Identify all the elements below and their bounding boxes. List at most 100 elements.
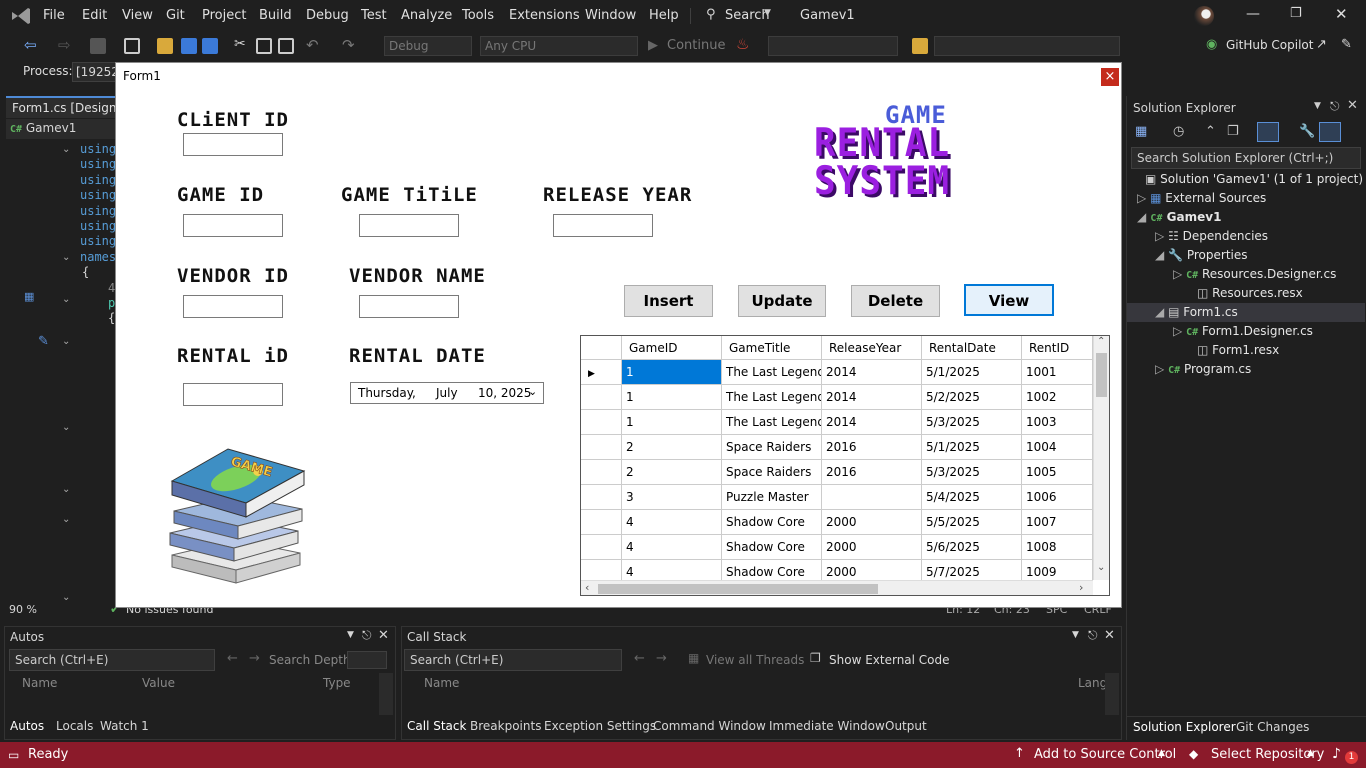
restore-icon[interactable]: ❐ [1290,6,1302,21]
update-button[interactable]: Update [738,285,826,317]
release-year-input[interactable] [553,214,653,237]
expand-icon[interactable]: ▷ [1173,324,1182,338]
collapse-icon[interactable]: ⌄ [62,484,70,495]
grid-cell[interactable]: 5/3/2025 [922,410,1022,435]
menu-analyze[interactable]: Analyze [401,8,452,23]
copy-icon[interactable] [256,38,272,54]
back-arrow-icon[interactable]: ← [634,651,645,666]
grid-cell[interactable]: 4 [622,510,722,535]
rental-date-picker[interactable]: Thursday , July 10, 2025 ⌄ [350,382,544,404]
new-item-icon[interactable] [124,38,140,54]
column-header[interactable]: GameID [622,336,722,360]
visual-studio-logo-icon[interactable] [10,6,32,26]
expand-icon[interactable]: ▷ [1173,267,1182,281]
process-select[interactable]: [19252] [72,62,124,82]
grid-cell[interactable]: 1001 [1022,360,1093,385]
grid-cell[interactable]: 5/4/2025 [922,485,1022,510]
menu-tools[interactable]: Tools [462,8,494,23]
tab-command-window[interactable]: Command Window [653,719,766,733]
rentals-data-grid[interactable]: GameID GameTitle ReleaseYear RentalDate … [580,335,1110,596]
tab-autos[interactable]: Autos [10,719,44,733]
code-editor[interactable]: using using using using using using usin… [0,140,116,603]
tab-breakpoints[interactable]: Breakpoints [470,719,541,733]
row-header[interactable] [581,510,622,535]
autos-scrollbar[interactable] [379,673,393,715]
row-header[interactable] [581,410,622,435]
switch-views-icon[interactable]: ▦ [1135,124,1147,139]
feedback-icon[interactable]: ✎ [1341,37,1352,52]
toolbox-icon[interactable] [90,38,106,54]
show-external-code-button[interactable]: Show External Code [829,653,950,667]
rental-id-input[interactable] [183,383,283,406]
pin-icon[interactable]: ⎋ [362,628,372,643]
grid-cell[interactable]: 1003 [1022,410,1093,435]
grid-cell[interactable]: 1007 [1022,510,1093,535]
grid-cell[interactable] [822,485,922,510]
hot-reload-icon[interactable]: ♨ [736,35,749,53]
tab-locals[interactable]: Locals [56,719,93,733]
grid-cell[interactable]: 4 [622,535,722,560]
project-combo[interactable]: C# Gamev1 [6,119,116,139]
collapse-icon[interactable]: ⌄ [62,514,70,525]
form-close-button[interactable]: × [1101,68,1119,86]
scroll-left-icon[interactable]: ‹ [585,581,589,594]
client-id-input[interactable] [183,133,283,156]
row-header[interactable] [581,385,622,410]
minimize-icon[interactable]: — [1246,6,1260,22]
menu-window[interactable]: Window [585,8,636,23]
forward-arrow-icon[interactable]: → [249,651,260,666]
debug-target-select[interactable] [768,36,898,56]
menu-extensions[interactable]: Extensions [509,8,580,23]
game-id-input[interactable] [183,214,283,237]
date-year[interactable]: 10, 2025 [478,386,531,400]
menu-help[interactable]: Help [649,8,679,23]
tab-exception-settings[interactable]: Exception Settings [544,719,656,733]
forward-arrow-icon[interactable]: → [656,651,667,666]
grid-cell[interactable]: 5/1/2025 [922,435,1022,460]
back-arrow-icon[interactable]: ← [227,651,238,666]
close-icon[interactable]: ✕ [378,628,389,643]
scroll-up-icon[interactable]: ⌃ [1097,336,1105,347]
grid-vertical-scrollbar[interactable]: ⌃ ⌄ [1093,336,1109,580]
save-icon[interactable] [181,38,197,54]
view-all-threads-button[interactable]: View all Threads [706,653,804,667]
collapse-icon[interactable]: ⌄ [62,422,70,433]
history-icon[interactable]: ◷ [1173,124,1184,139]
grid-cell[interactable]: Shadow Core [722,510,822,535]
column-header[interactable]: RentID [1022,336,1093,360]
search-icon[interactable]: ⚲ [706,7,716,22]
expanded-icon[interactable]: ◢ [1137,210,1146,224]
search-depth-select[interactable] [347,651,387,669]
close-icon[interactable]: ✕ [1347,98,1358,113]
close-window-icon[interactable]: ✕ [1335,5,1348,23]
grid-cell[interactable]: 5/2/2025 [922,385,1022,410]
save-all-icon[interactable] [202,38,218,54]
grid-cell[interactable]: 2000 [822,535,922,560]
grid-cell[interactable]: Space Raiders [722,460,822,485]
expand-icon[interactable]: ▷ [1155,362,1164,376]
column-header[interactable]: GameTitle [722,336,822,360]
row-header[interactable]: ▶ [581,360,622,385]
column-header[interactable]: RentalDate [922,336,1022,360]
continue-play-icon[interactable]: ▶ [648,38,658,53]
tab-output[interactable]: Output [885,719,927,733]
grid-cell[interactable]: 1004 [1022,435,1093,460]
row-header[interactable] [581,435,622,460]
tree-form1-designer[interactable]: ▷ C# Form1.Designer.cs [1173,324,1313,338]
menu-test[interactable]: Test [361,8,387,23]
menu-file[interactable]: File [43,8,65,23]
column-header[interactable]: ReleaseYear [822,336,922,360]
menu-view[interactable]: View [122,8,153,23]
preview-selected-icon[interactable] [1319,122,1341,142]
tab-immediate-window[interactable]: Immediate Window [769,719,885,733]
collapse-all-icon[interactable]: ⌃ [1205,124,1216,139]
collapse-icon[interactable]: ⌄ [62,252,70,263]
pin-icon[interactable]: ⎋ [1330,99,1340,114]
grid-cell[interactable]: 2014 [822,385,922,410]
grid-cell[interactable]: 5/5/2025 [922,510,1022,535]
scrollbar-thumb[interactable] [1096,353,1107,397]
panel-menu-icon[interactable]: ▼ [347,630,354,640]
grid-cell[interactable]: 1 [622,385,722,410]
grid-cell[interactable]: The Last Legend [722,410,822,435]
tab-git-changes[interactable]: Git Changes [1236,720,1309,734]
